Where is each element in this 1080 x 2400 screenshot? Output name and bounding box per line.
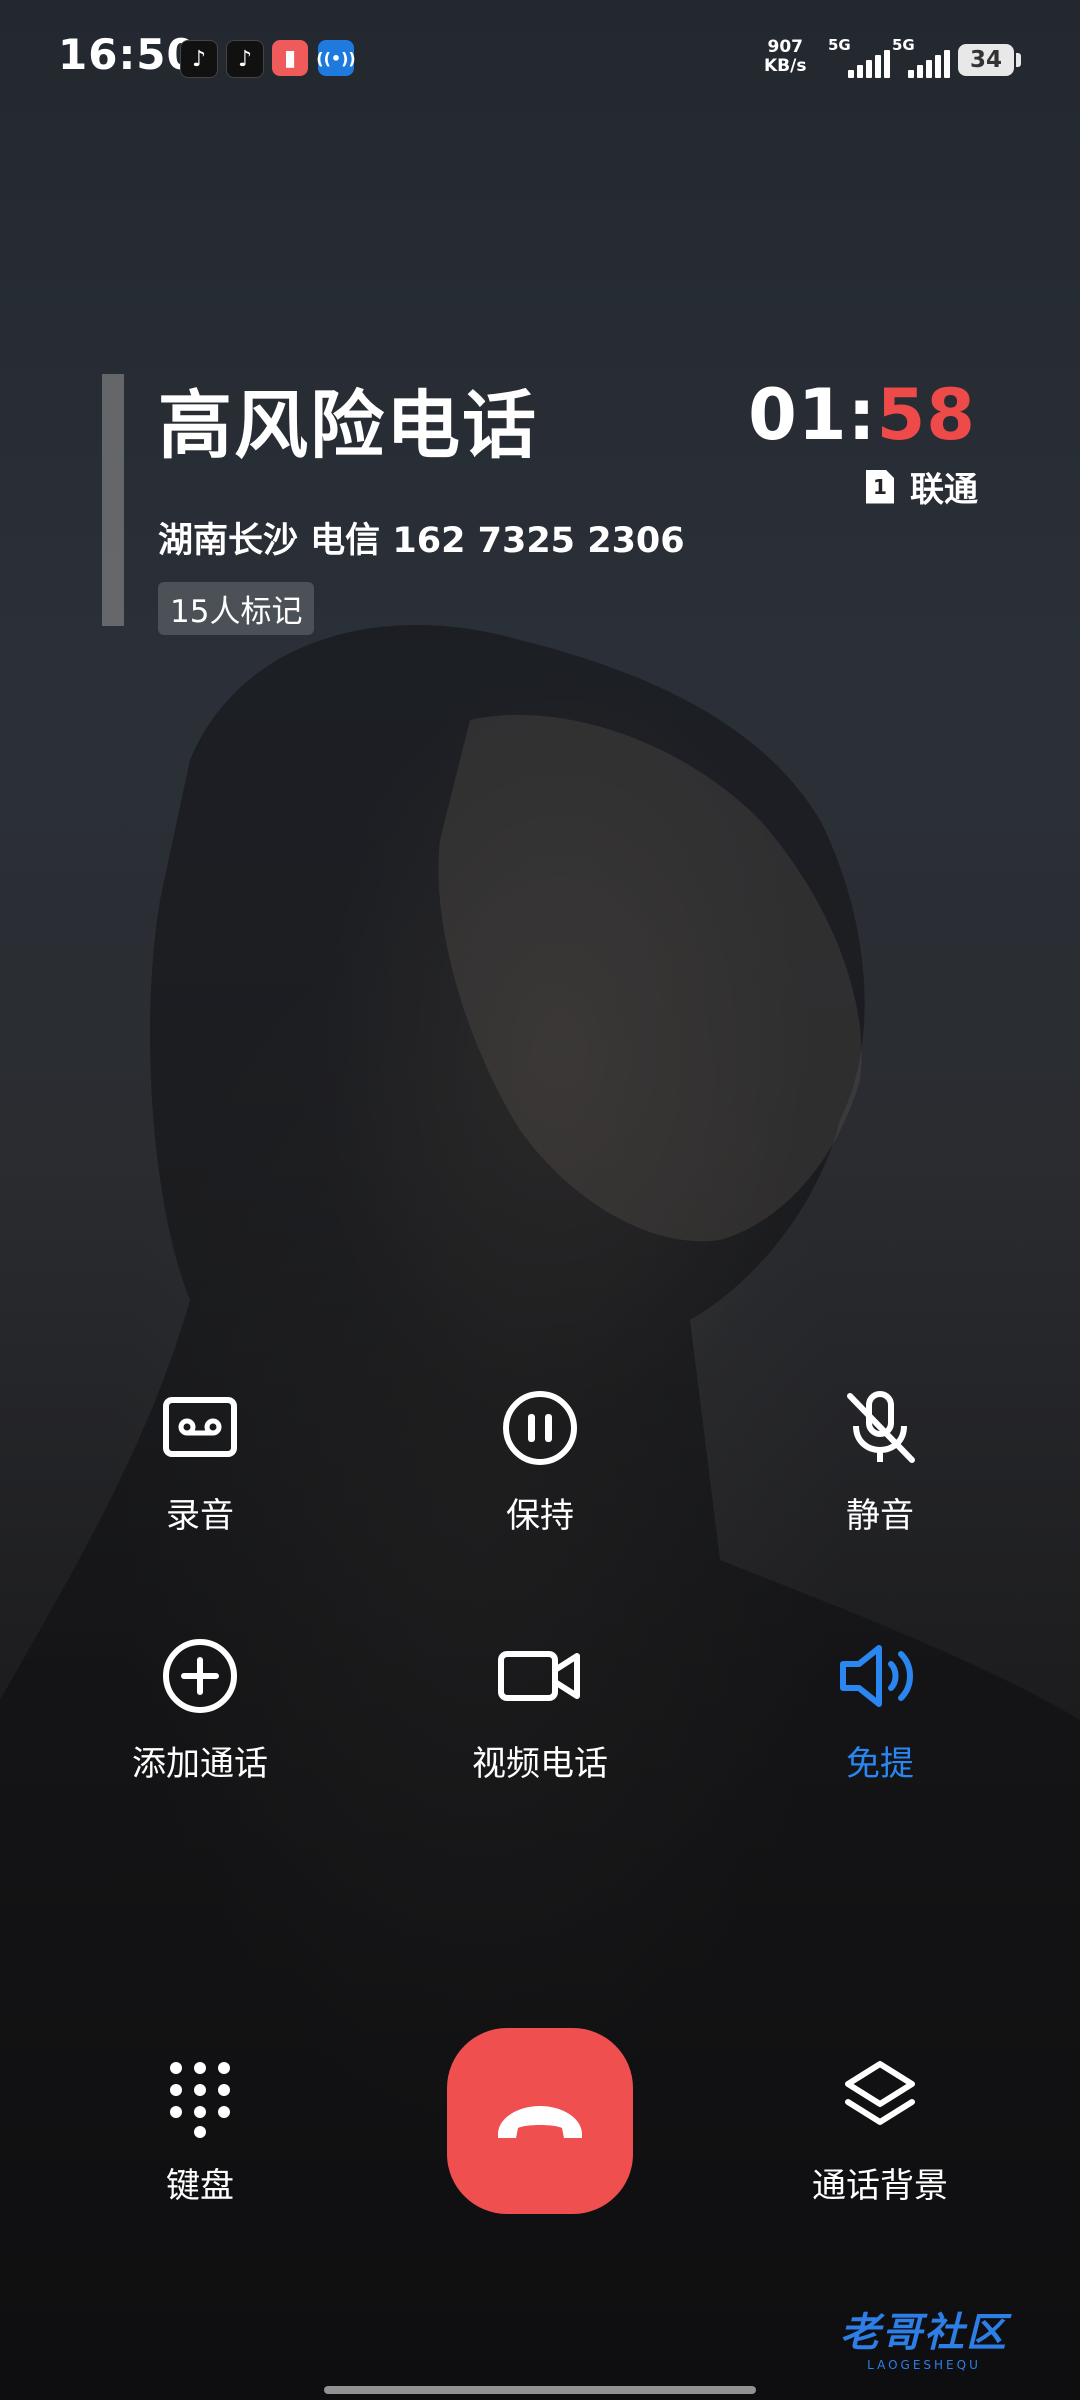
sim-carrier: 1 联通 <box>866 462 978 511</box>
call-timer: 01:58 <box>748 374 976 456</box>
add-call-button[interactable]: 添加通话 <box>50 1636 350 1785</box>
tiktok-icon: ♪ <box>180 40 218 78</box>
hang-up-icon <box>498 2106 582 2138</box>
mute-button[interactable]: 静音 <box>730 1388 1030 1537</box>
watermark-subtext: LAOGESHEQU <box>867 2358 981 2372</box>
hold-label: 保持 <box>506 1496 574 1536</box>
call-background-label: 通话背景 <box>812 2166 948 2206</box>
speaker-label: 免提 <box>846 1744 914 1784</box>
tiktok-icon: ♪ <box>226 40 264 78</box>
record-button[interactable]: 录音 <box>50 1388 350 1537</box>
status-bar: 16:50 ♪ ♪ ▮ ((•)) 907 KB/s 5G 5G 34 <box>0 0 1080 120</box>
battery-icon: 34 <box>958 44 1014 76</box>
record-icon <box>163 1397 237 1457</box>
caller-name: 高风险电话 <box>158 383 538 469</box>
hotspot-icon: ((•)) <box>316 40 356 76</box>
keypad-icon <box>170 2062 230 2138</box>
keypad-button[interactable]: 键盘 <box>50 2058 350 2207</box>
call-timer-minutes: 01: <box>748 374 877 456</box>
caller-location-number: 湖南长沙 电信 162 7325 2306 <box>158 521 685 561</box>
layers-icon <box>845 2061 915 2125</box>
caller-mark-count: 15人标记 <box>158 582 315 635</box>
signal-1-icon <box>848 50 890 78</box>
signal-2-icon <box>908 50 950 78</box>
hold-button[interactable]: 保持 <box>390 1388 690 1537</box>
call-background-button[interactable]: 通话背景 <box>730 2058 1030 2207</box>
speaker-icon <box>840 1645 913 1707</box>
record-label: 录音 <box>166 1496 234 1536</box>
caller-accent-bar <box>102 374 124 626</box>
mute-label: 静音 <box>846 1496 914 1536</box>
end-call-button[interactable] <box>447 2028 633 2214</box>
keypad-label: 键盘 <box>166 2166 234 2206</box>
microphone-off-icon <box>847 1391 915 1463</box>
network-speed-value: 907 <box>767 37 803 57</box>
watermark-text: 老哥社区 <box>840 2310 1008 2356</box>
network-speed: 907 KB/s <box>764 38 806 76</box>
red-app-icon: ▮ <box>272 40 308 76</box>
sim-card-icon: 1 <box>866 469 894 504</box>
video-call-button[interactable]: 视频电话 <box>390 1636 690 1785</box>
carrier-label: 联通 <box>910 470 978 510</box>
watermark-logo: 老哥社区 LAOGESHEQU <box>840 2300 1008 2372</box>
status-time: 16:50 <box>58 30 197 79</box>
pause-icon <box>503 1391 577 1465</box>
video-camera-icon <box>498 1651 580 1701</box>
speaker-button[interactable]: 免提 <box>730 1636 1030 1785</box>
add-circle-icon <box>163 1639 237 1713</box>
network-speed-unit: KB/s <box>764 56 807 76</box>
battery-tip <box>1016 53 1021 67</box>
home-indicator[interactable] <box>324 2386 756 2394</box>
call-timer-seconds: 58 <box>876 374 976 456</box>
video-call-label: 视频电话 <box>472 1744 608 1784</box>
add-call-label: 添加通话 <box>132 1744 268 1784</box>
